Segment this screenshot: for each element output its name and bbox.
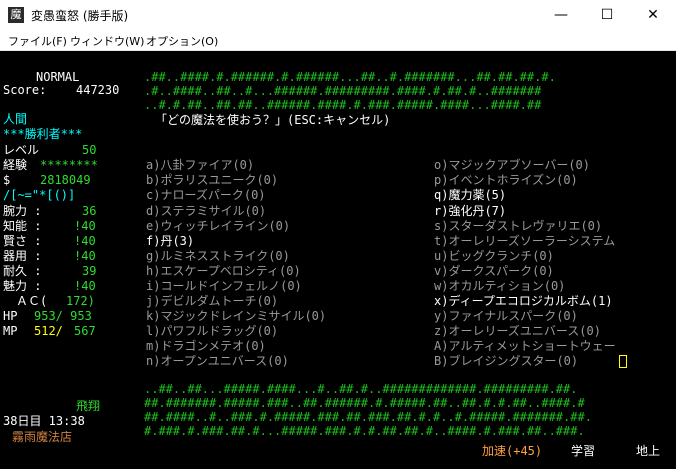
stat-str-value: 36 bbox=[82, 204, 97, 218]
spell-item[interactable]: q)魔力薬(5) bbox=[434, 188, 506, 202]
spell-item[interactable]: g)ルミネスストライク(0) bbox=[146, 249, 290, 263]
map-row: #.###.#.###.##.#...#####.###.#.#.##.##.#… bbox=[144, 424, 585, 438]
spell-item[interactable]: z)オーレリーズユニバース(0) bbox=[434, 324, 601, 338]
score-value: 447230 bbox=[76, 83, 120, 97]
race: 人間 bbox=[3, 112, 28, 126]
mp-label: MP bbox=[3, 324, 18, 338]
gold-value: 2818049 bbox=[40, 173, 91, 187]
map-row: ..##..##...#####.####...#..##.#..#######… bbox=[144, 382, 578, 396]
spell-item[interactable]: n)オープンユニバース(0) bbox=[146, 354, 289, 368]
spell-item[interactable]: s)スターダストレヴァリエ(0) bbox=[434, 219, 602, 233]
stat-int-label: 知能 : bbox=[3, 219, 42, 233]
menu-window[interactable]: ウィンドウ(W) bbox=[70, 33, 144, 49]
spell-item[interactable]: o)マジックアブソーバー(0) bbox=[434, 158, 590, 172]
spell-item[interactable]: x)ディープエコロジカルボム(1) bbox=[434, 294, 613, 308]
spell-item[interactable]: h)エスケープベロシティ(0) bbox=[146, 264, 301, 278]
spell-item[interactable]: f)丹(3) bbox=[146, 234, 194, 248]
spell-item[interactable]: c)ナローズパーク(0) bbox=[146, 188, 266, 202]
close-button[interactable]: ✕ bbox=[630, 0, 676, 30]
spell-item[interactable]: A)アルティメットショートウェー bbox=[434, 339, 616, 353]
map-row: .#..####..##..#...######.#########.####.… bbox=[144, 84, 542, 98]
spell-item[interactable]: r)強化丹(7) bbox=[434, 204, 506, 218]
menu-file[interactable]: ファイル(F) bbox=[8, 33, 67, 49]
stat-wis-value: !40 bbox=[74, 234, 96, 248]
player-title: ***勝利者*** bbox=[3, 127, 83, 141]
gold-label: $ bbox=[3, 173, 11, 187]
stat-wis-label: 賢さ : bbox=[3, 234, 42, 248]
game-screen[interactable]: NORMAL Score: 447230 人間 ***勝利者*** レベル 50… bbox=[0, 51, 676, 469]
spell-item[interactable]: u)ビッグクランチ(0) bbox=[434, 249, 554, 263]
map-row: ##.####..#..###.#.#####.###.##.###.##.#.… bbox=[144, 410, 592, 424]
spell-item[interactable]: w)オカルティション(0) bbox=[434, 279, 565, 293]
depth-status: 地上 bbox=[636, 444, 661, 458]
spell-item[interactable]: j)デビルダムトーチ(0) bbox=[146, 294, 278, 308]
map-row: .##..####.#.######.#.######...##..#.####… bbox=[144, 70, 556, 84]
stat-int-value: !40 bbox=[74, 219, 96, 233]
map-row: ##.#######.#####.###..##.######.#.#####.… bbox=[144, 396, 585, 410]
spell-item[interactable]: B)ブレイジングスター(0) bbox=[434, 354, 578, 368]
status-flying: 飛翔 bbox=[76, 399, 101, 413]
score-label: Score: bbox=[3, 83, 47, 97]
equipment-glyphs: /[~="*[()] bbox=[3, 188, 76, 202]
spell-item[interactable]: b)ポラリスユニーク(0) bbox=[146, 173, 278, 187]
spell-item[interactable]: m)ドラゴンメテオ(0) bbox=[146, 339, 266, 353]
map-row: ..#.#.##..##.##..######.####.#.###.#####… bbox=[144, 98, 542, 112]
location: 霧雨魔法店 bbox=[12, 430, 73, 444]
menu-bar: ファイル(F) ウィンドウ(W) オプション(O) bbox=[0, 30, 676, 51]
stat-chr-label: 魅力 : bbox=[3, 279, 42, 293]
mp-max: 567 bbox=[74, 324, 96, 338]
spell-item[interactable]: k)マジックドレインミサイル(0) bbox=[146, 309, 326, 323]
spell-item[interactable]: e)ウィッチレイライン(0) bbox=[146, 219, 290, 233]
maximize-button[interactable]: ☐ bbox=[584, 0, 630, 30]
stat-dex-label: 器用 : bbox=[3, 249, 42, 263]
ac-value: 172) bbox=[66, 294, 95, 308]
hp-label: HP bbox=[3, 309, 18, 323]
level-label: レベル bbox=[3, 143, 40, 157]
spell-item[interactable]: p)イベントホライズン(0) bbox=[434, 173, 578, 187]
app-icon: 魔 bbox=[8, 7, 24, 23]
spell-item[interactable]: v)ダークスパーク(0) bbox=[434, 264, 554, 278]
spell-prompt: 「どの魔法を使おう？」(ESC:キャンセル) bbox=[155, 113, 391, 127]
speed-status: 加速(+45) bbox=[482, 444, 543, 458]
minimize-button[interactable]: — bbox=[538, 0, 584, 30]
date-time: 38日目 13:38 bbox=[3, 414, 85, 428]
exp-label: 経験 bbox=[3, 158, 28, 172]
menu-options[interactable]: オプション(O) bbox=[146, 33, 218, 49]
stat-dex-value: !40 bbox=[74, 249, 96, 263]
study-status: 学習 bbox=[571, 444, 596, 458]
stat-chr-value: !40 bbox=[74, 279, 96, 293]
mp-current: 512/ bbox=[34, 324, 63, 338]
window-title: 変愚蛮怒 (勝手版) bbox=[31, 9, 129, 23]
exp-value: ******** bbox=[40, 158, 98, 172]
spell-item[interactable]: d)ステラミサイル(0) bbox=[146, 204, 266, 218]
spell-item[interactable]: t)オーレリーズソーラーシステム bbox=[434, 234, 615, 248]
ac-label: ＡＣ( bbox=[16, 294, 48, 308]
difficulty: NORMAL bbox=[36, 70, 80, 84]
stat-con-label: 耐久 : bbox=[3, 264, 42, 278]
spell-item[interactable]: i)コールドインフェルノ(0) bbox=[146, 279, 302, 293]
title-bar: 魔 変愚蛮怒 (勝手版) — ☐ ✕ bbox=[0, 0, 676, 30]
spell-item[interactable]: a)八卦ファイア(0) bbox=[146, 158, 254, 172]
hp-value: 953/ 953 bbox=[34, 309, 92, 323]
level-value: 50 bbox=[82, 143, 97, 157]
text-cursor bbox=[619, 355, 627, 368]
stat-con-value: 39 bbox=[82, 264, 97, 278]
stat-str-label: 腕力 : bbox=[3, 204, 42, 218]
spell-item[interactable]: l)パワフルドラッグ(0) bbox=[146, 324, 278, 338]
spell-item[interactable]: y)ファイナルスパーク(0) bbox=[434, 309, 578, 323]
